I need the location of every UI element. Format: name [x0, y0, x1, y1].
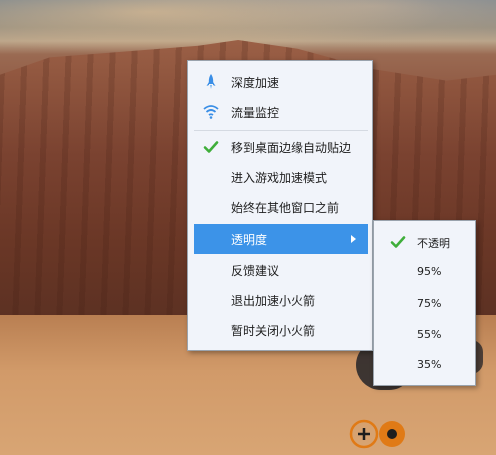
submenu-arrow-icon — [351, 235, 356, 243]
menu-item-exit-rocket[interactable]: 退出加速小火箭 — [189, 285, 371, 315]
transparency-submenu: 不透明 95% 75% 55% 35% — [373, 220, 476, 386]
menu-item-label: 透明度 — [231, 232, 268, 247]
wifi-icon — [203, 105, 219, 119]
menu-item-deep-acceleration[interactable]: 深度加速 — [189, 67, 371, 97]
submenu-item-label: 不透明 — [417, 237, 450, 250]
menu-item-label: 进入游戏加速模式 — [231, 170, 328, 185]
check-icon — [203, 141, 219, 153]
context-menu: 深度加速 流量监控 移到桌面边缘自动贴边 进入游戏加速模式 始终在其他窗口之前 … — [187, 60, 373, 351]
rocket-icon — [206, 74, 216, 89]
submenu-item-label: 95% — [417, 265, 442, 278]
submenu-item-label: 75% — [417, 297, 442, 310]
submenu-item-label: 55% — [417, 328, 442, 341]
submenu-item-75[interactable]: 75% — [375, 289, 474, 319]
menu-item-label: 退出加速小火箭 — [231, 293, 316, 308]
submenu-item-35[interactable]: 35% — [375, 350, 474, 380]
menu-item-always-on-top[interactable]: 始终在其他窗口之前 — [189, 192, 371, 222]
menu-item-close-rocket-temporarily[interactable]: 暂时关闭小火箭 — [189, 315, 371, 345]
menu-separator — [194, 130, 368, 131]
menu-item-label: 始终在其他窗口之前 — [231, 200, 340, 215]
check-icon — [390, 236, 406, 248]
menu-item-label: 流量监控 — [231, 105, 280, 120]
menu-item-label: 反馈建议 — [231, 263, 280, 278]
menu-item-feedback[interactable]: 反馈建议 — [189, 255, 371, 285]
menu-item-snap-to-edge[interactable]: 移到桌面边缘自动贴边 — [189, 132, 371, 162]
submenu-item-opaque[interactable]: 不透明 — [375, 227, 474, 257]
submenu-item-95[interactable]: 95% — [375, 257, 474, 287]
menu-item-label: 移到桌面边缘自动贴边 — [231, 140, 352, 155]
menu-item-transparency[interactable]: 透明度 — [194, 224, 368, 254]
watermark-logo-icon — [349, 419, 405, 449]
menu-item-label: 深度加速 — [231, 75, 280, 90]
menu-item-traffic-monitor[interactable]: 流量监控 — [189, 97, 371, 127]
submenu-item-55[interactable]: 55% — [375, 320, 474, 350]
submenu-item-label: 35% — [417, 358, 442, 371]
menu-item-game-mode[interactable]: 进入游戏加速模式 — [189, 162, 371, 192]
menu-item-label: 暂时关闭小火箭 — [231, 323, 316, 338]
